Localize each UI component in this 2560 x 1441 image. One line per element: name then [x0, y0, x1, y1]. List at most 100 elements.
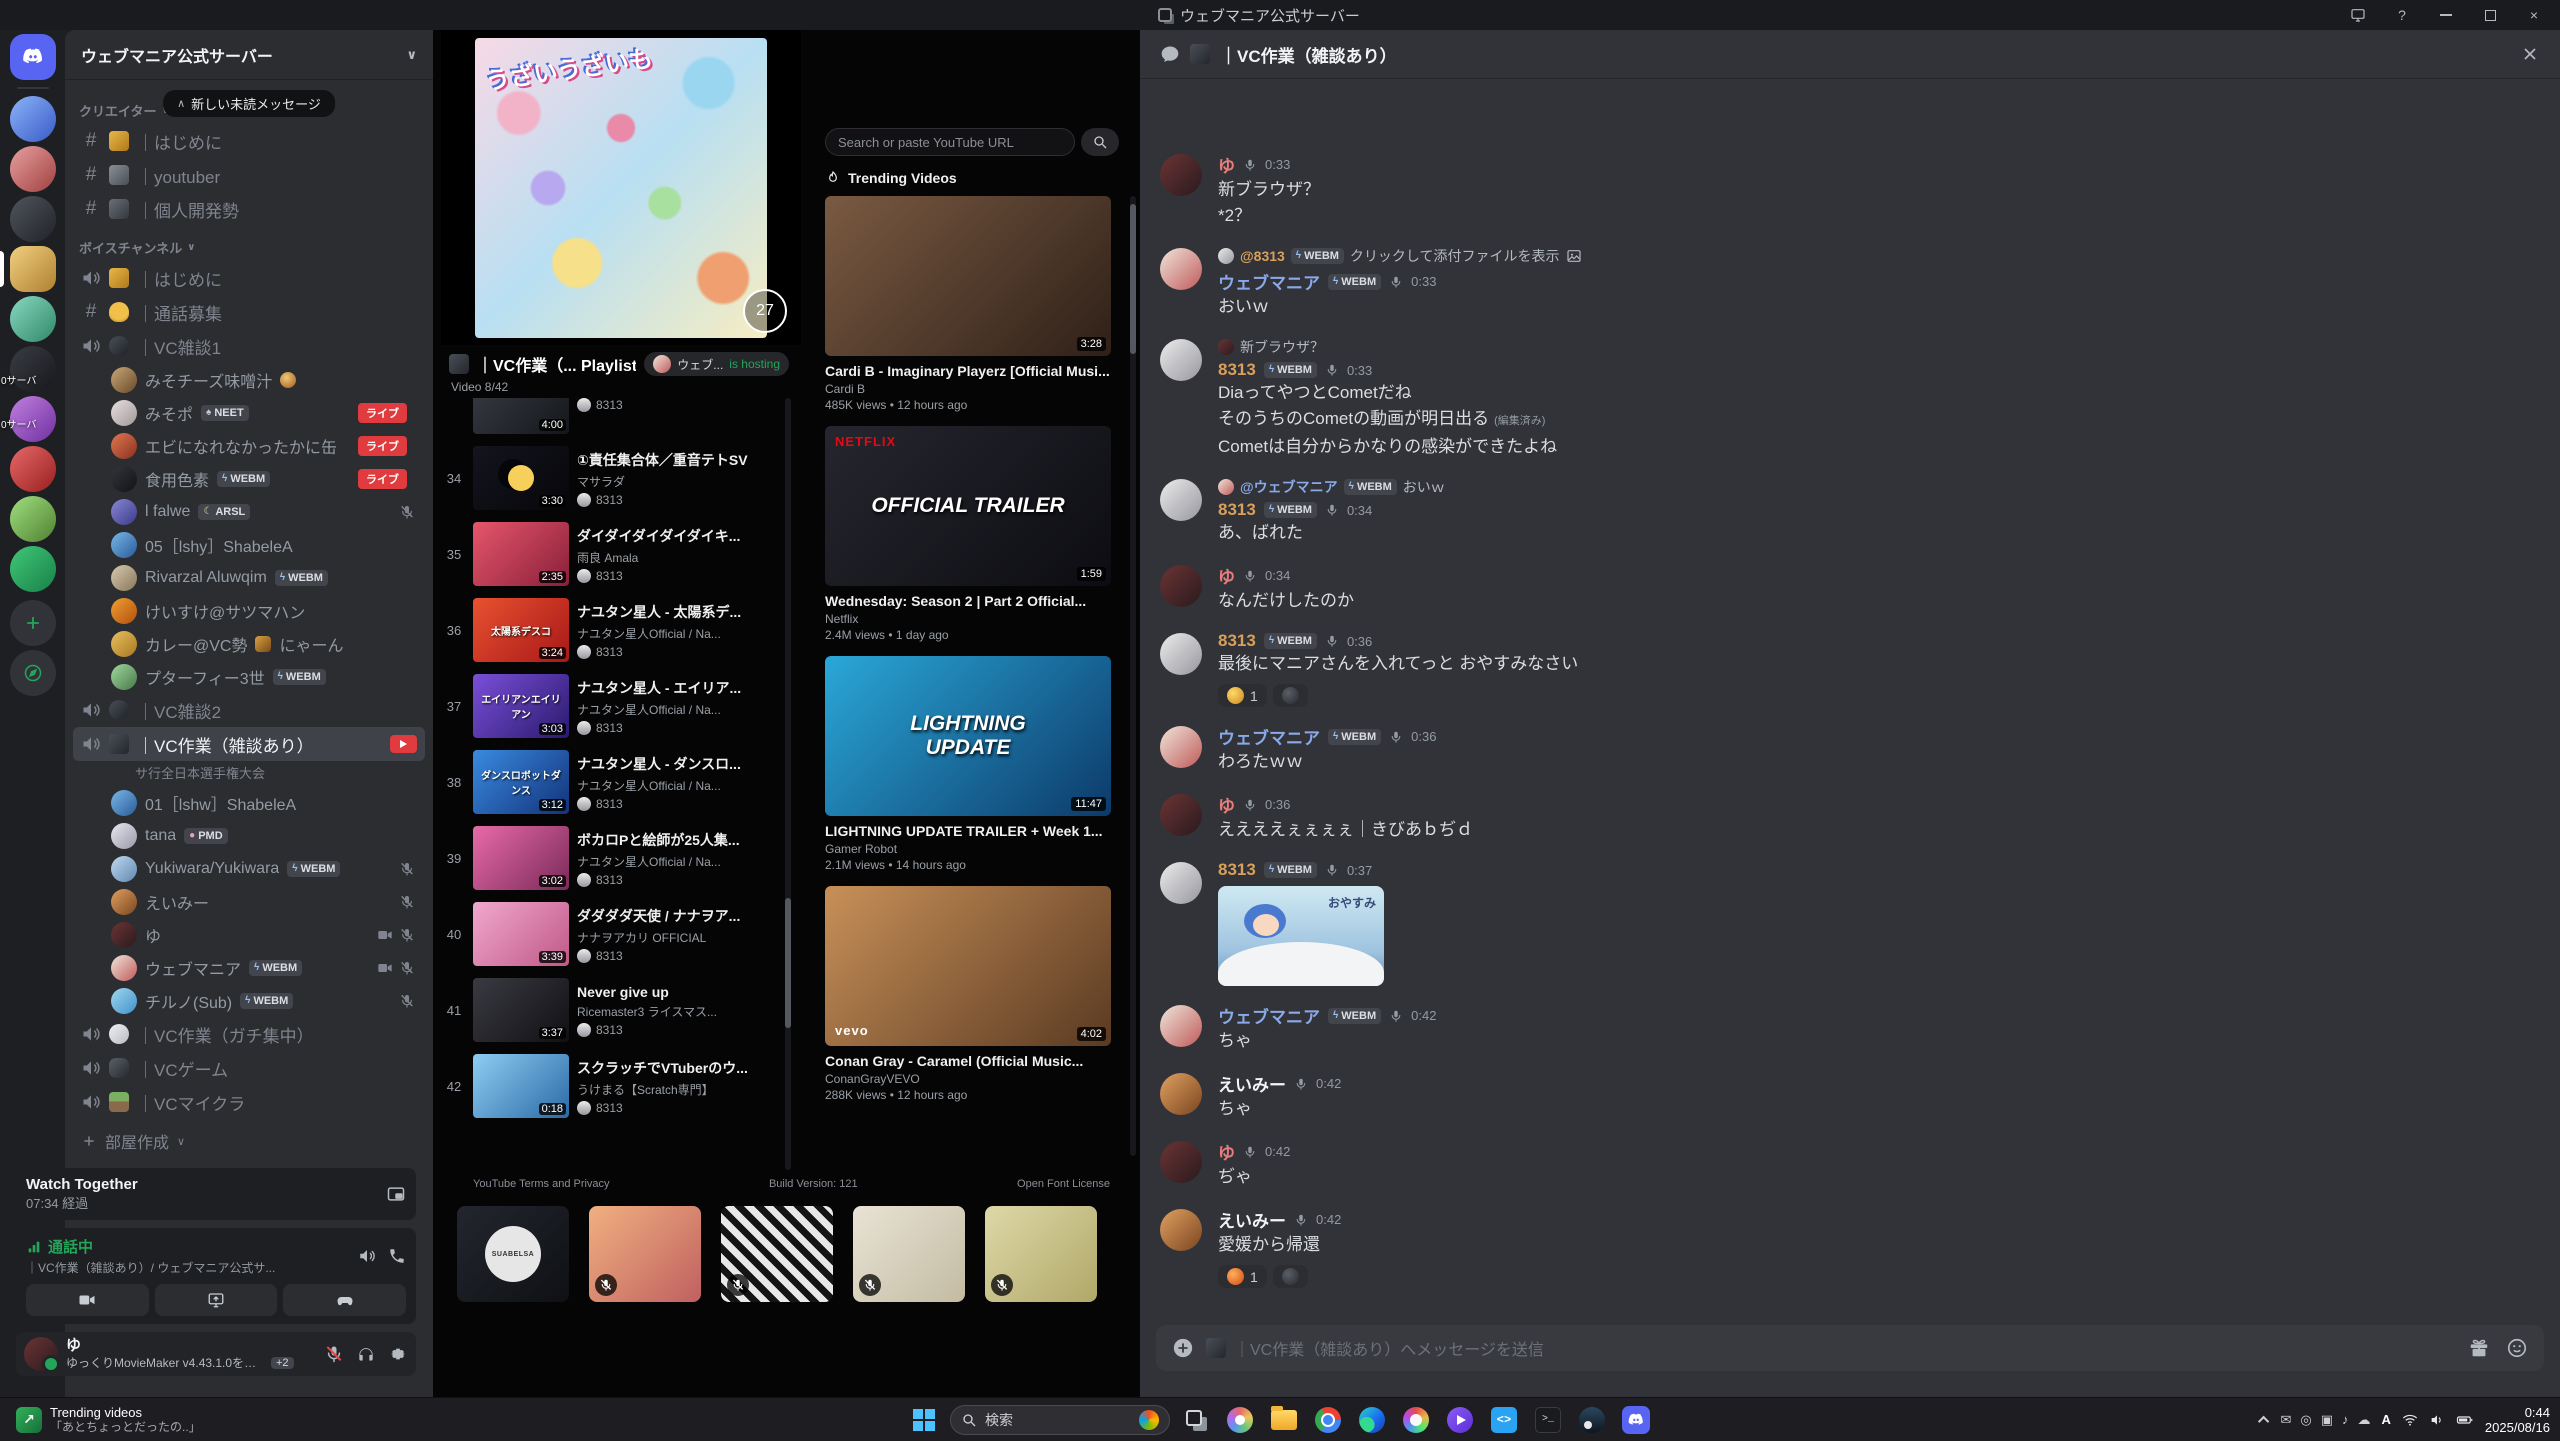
voice-member[interactable]: けいすけ@サツマハン: [73, 594, 425, 627]
avatar[interactable]: [1160, 1209, 1202, 1251]
server-header[interactable]: ウェブマニア公式サーバー ∨: [65, 30, 433, 80]
terminal-taskbar-button[interactable]: >_: [1528, 1400, 1568, 1440]
author-name[interactable]: ウェブマニア: [1218, 1003, 1320, 1028]
voice-member[interactable]: みそチーズ味噌汁: [73, 363, 425, 396]
author-name[interactable]: 8313: [1218, 360, 1256, 380]
photos-taskbar-button[interactable]: [1220, 1400, 1260, 1440]
participant-tile[interactable]: [985, 1206, 1097, 1302]
playlist-item[interactable]: 352:35ダイダイダイダイダイキ...雨良 Amala8313: [441, 516, 785, 592]
author-name[interactable]: ゆ: [1218, 1139, 1235, 1164]
chrome-taskbar-button[interactable]: [1308, 1400, 1348, 1440]
playlist-item[interactable]: 403:39ダダダダ天使 / ナナヲア...ナナヲアカリ OFFICIAL831…: [441, 896, 785, 972]
avatar[interactable]: [1160, 726, 1202, 768]
steam-taskbar-button[interactable]: [1572, 1400, 1612, 1440]
channel-voice[interactable]: ｜VC雑談1: [73, 329, 425, 363]
avatar[interactable]: [1160, 339, 1202, 381]
video-player[interactable]: うざいうざいも 27: [441, 30, 801, 345]
youtube-search-button[interactable]: [1081, 128, 1119, 156]
author-name[interactable]: 8313: [1218, 500, 1256, 520]
playlist-item[interactable]: 393:02ボカロPと絵師が25人集...ナユタン星人Official / Na…: [441, 820, 785, 896]
volume-icon[interactable]: [2429, 1412, 2445, 1428]
author-name[interactable]: 8313: [1218, 860, 1256, 880]
ime-indicator[interactable]: A: [2382, 1412, 2391, 1427]
avatar[interactable]: [1160, 1005, 1202, 1047]
voice-member[interactable]: tana●PMD: [73, 819, 425, 852]
author-name[interactable]: ゆ: [1218, 152, 1235, 177]
task-view-taskbar-button[interactable]: [1176, 1400, 1216, 1440]
playlist-item[interactable]: 413:37Never give upRicemaster3 ライスマス...8…: [441, 972, 785, 1048]
footer-terms-link[interactable]: YouTube Terms and Privacy: [473, 1178, 610, 1190]
trending-video-card[interactable]: LIGHTNING UPDATE11:47LIGHTNING UPDATE TR…: [825, 656, 1115, 872]
author-name[interactable]: ゆ: [1218, 792, 1235, 817]
voice-member[interactable]: 食用色素ϟWEBMライブ: [73, 462, 425, 495]
author-name[interactable]: 8313: [1218, 631, 1256, 651]
taskbar-widget[interactable]: ↗ Trending videos 「あとちょっとだったの..」: [8, 1398, 209, 1441]
music-tray-icon[interactable]: ♪: [2342, 1412, 2349, 1428]
watch-together-card[interactable]: Watch Together 07:34 経過: [16, 1168, 416, 1220]
disconnect-icon[interactable]: [388, 1247, 406, 1265]
mail-tray-icon[interactable]: ✉: [2280, 1412, 2291, 1428]
battery-icon[interactable]: [2456, 1411, 2474, 1429]
voice-member[interactable]: ウェブマニアϟWEBM: [73, 951, 425, 984]
screenshare-button[interactable]: [155, 1284, 278, 1316]
wifi-icon[interactable]: [2402, 1412, 2418, 1428]
channel-voice[interactable]: ｜VC作業（ガチ集中）: [73, 1017, 425, 1051]
voice-member[interactable]: みそポ♠NEETライブ: [73, 396, 425, 429]
playlist-item[interactable]: 343:30①責任集合体／重音テトSVマサラダ8313: [441, 440, 785, 516]
vscode-taskbar-button[interactable]: <>: [1484, 1400, 1524, 1440]
record-tray-icon[interactable]: ◎: [2300, 1412, 2311, 1428]
server-icon-server-4[interactable]: [10, 246, 56, 292]
mic-muted-button[interactable]: [324, 1344, 344, 1364]
author-name[interactable]: えいみー: [1218, 1071, 1286, 1096]
attachment-image[interactable]: おやすみ: [1218, 886, 1384, 986]
edge-taskbar-button[interactable]: [1352, 1400, 1392, 1440]
voice-member[interactable]: 05［lshy］ShabeleA: [73, 528, 425, 561]
voice-member[interactable]: えいみー: [73, 885, 425, 918]
discord-home-button[interactable]: [10, 34, 56, 80]
reply-preview[interactable]: @ウェブマニアϟWEBMおいｗ: [1218, 477, 2540, 497]
channel-text[interactable]: #｜個人開発勢: [73, 192, 425, 226]
channel-voice[interactable]: ｜VC作業（雑談あり）: [73, 727, 425, 761]
reaction-pill[interactable]: [1273, 684, 1308, 707]
server-icon-server-1[interactable]: [10, 96, 56, 142]
voice-member[interactable]: Rivarzal AluwqimϟWEBM: [73, 561, 425, 594]
avatar[interactable]: [1160, 479, 1202, 521]
channel-voice[interactable]: ｜VC雑談2: [73, 693, 425, 727]
message-input[interactable]: ｜VC作業（雑談あり）へメッセージを送信: [1156, 1325, 2544, 1371]
voice-member[interactable]: l falwe☾ARSL: [73, 495, 425, 528]
paint-taskbar-button[interactable]: [1396, 1400, 1436, 1440]
category-header[interactable]: ボイスチャンネル∨: [73, 226, 425, 261]
author-name[interactable]: ウェブマニア: [1218, 269, 1320, 294]
server-icon-server-5[interactable]: [10, 296, 56, 342]
trending-video-card[interactable]: 3:28Cardi B - Imaginary Playerz [Officia…: [825, 196, 1115, 412]
channel-voice[interactable]: ｜VCゲーム: [73, 1051, 425, 1085]
playlist-item[interactable]: 36太陽系デスコ3:24ナユタン星人 - 太陽系デ...ナユタン星人Offici…: [441, 592, 785, 668]
playlist-item[interactable]: 38ダンスロボットダンス3:12ナユタン星人 - ダンスロ...ナユタン星人Of…: [441, 744, 785, 820]
channel-voice[interactable]: ｜VCマイクラ: [73, 1085, 425, 1119]
trending-video-card[interactable]: NETFLIXOFFICIAL TRAILER1:59Wednesday: Se…: [825, 426, 1115, 642]
speaker-icon[interactable]: [358, 1247, 376, 1265]
server-icon-server-8[interactable]: [10, 446, 56, 492]
voice-member[interactable]: Yukiwara/YukiwaraϟWEBM: [73, 852, 425, 885]
avatar[interactable]: [1160, 1141, 1202, 1183]
explore-servers-button[interactable]: [10, 650, 56, 696]
reaction-pill[interactable]: 1: [1218, 1265, 1267, 1288]
stream-monitor-button[interactable]: [2336, 0, 2380, 30]
channel-text[interactable]: #｜はじめに: [73, 124, 425, 158]
participant-tile[interactable]: [853, 1206, 965, 1302]
server-icon-server-3[interactable]: [10, 196, 56, 242]
taskbar-clock[interactable]: 0:44 2025/08/16: [2485, 1405, 2550, 1435]
server-icon-server-9[interactable]: [10, 496, 56, 542]
playlist-item[interactable]: 4:008313: [441, 398, 785, 440]
minimize-button[interactable]: [2424, 0, 2468, 30]
discord-taskbar-button[interactable]: [1616, 1400, 1656, 1440]
avatar[interactable]: [1160, 794, 1202, 836]
author-name[interactable]: ウェブマニア: [1218, 724, 1320, 749]
voice-member[interactable]: チルノ(Sub)ϟWEBM: [73, 984, 425, 1017]
avatar[interactable]: [1160, 565, 1202, 607]
start-button[interactable]: [904, 1400, 944, 1440]
trending-video-card[interactable]: vevo4:02Conan Gray - Caramel (Official M…: [825, 886, 1115, 1102]
participant-tile[interactable]: [589, 1206, 701, 1302]
participant-tile[interactable]: [721, 1206, 833, 1302]
participant-tile[interactable]: SUABELSA: [457, 1206, 569, 1302]
